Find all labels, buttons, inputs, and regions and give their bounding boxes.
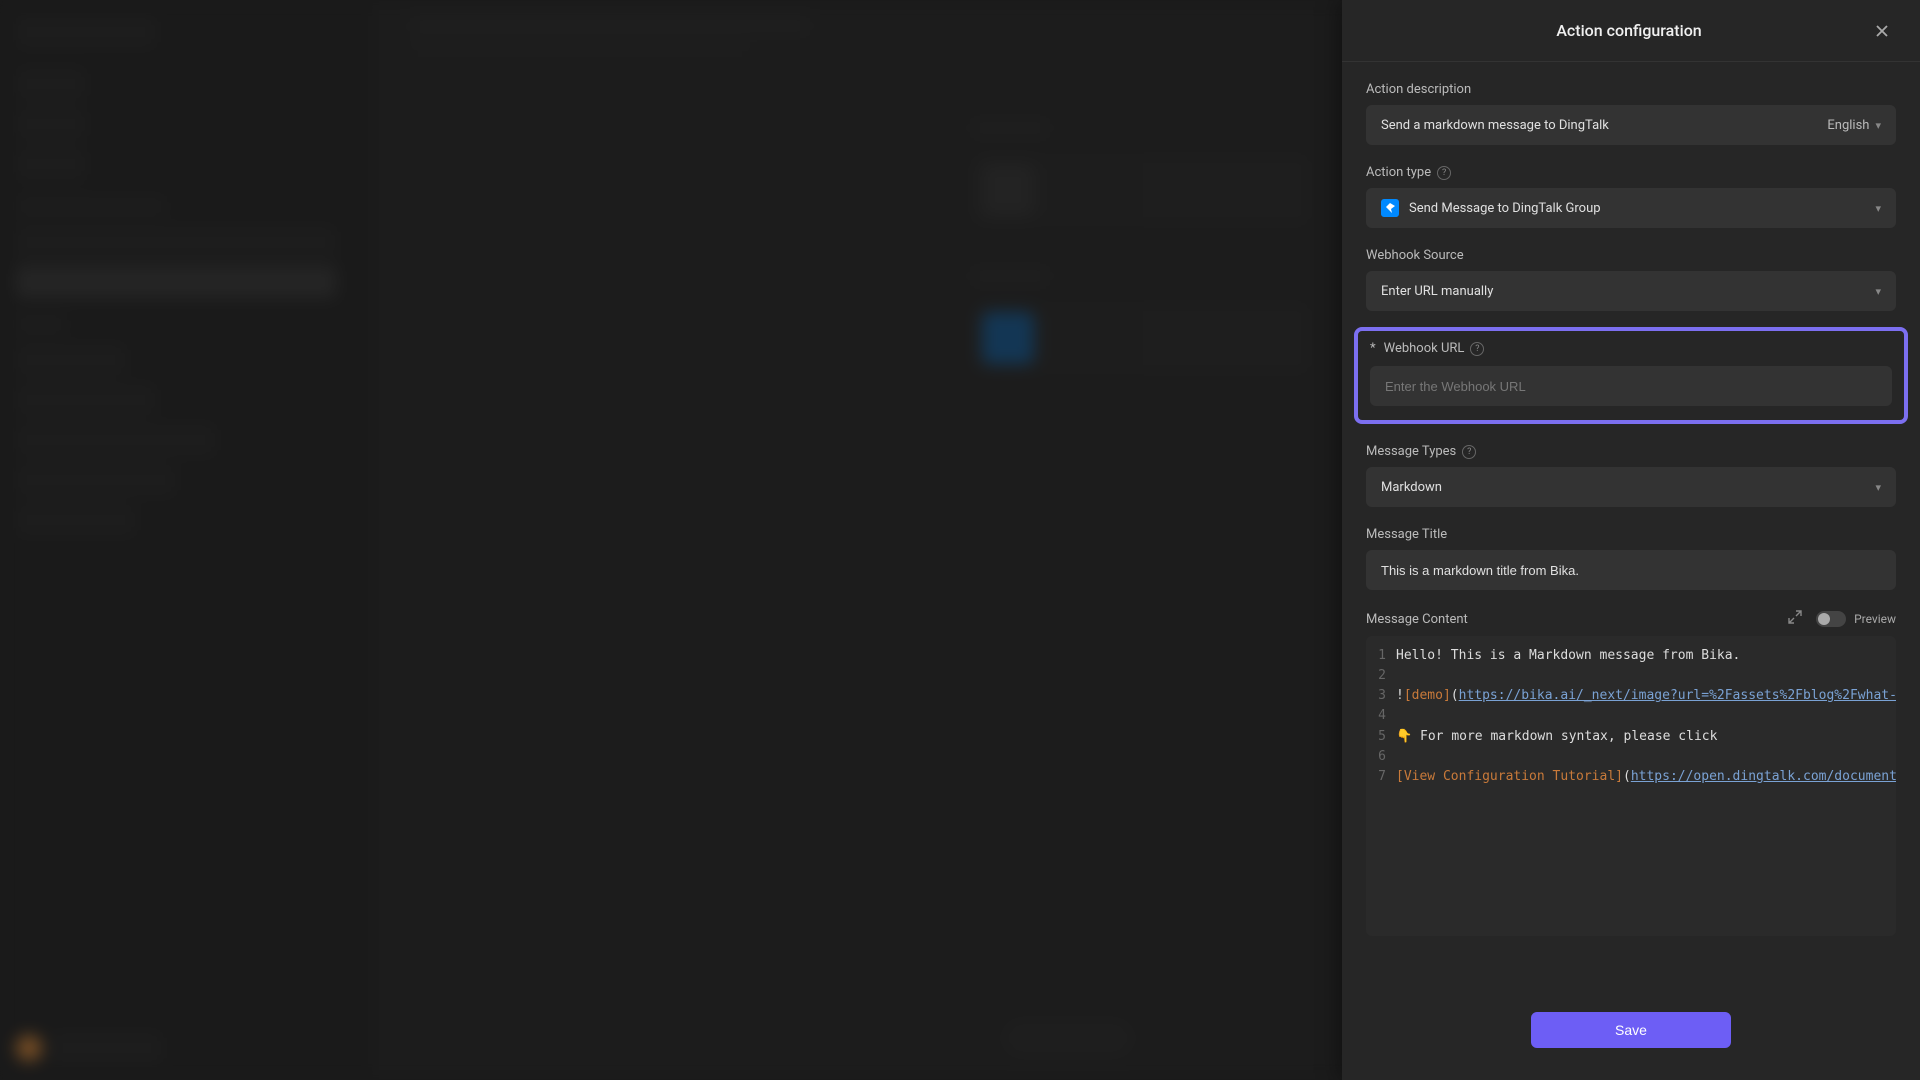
chevron-down-icon: ▾: [1875, 285, 1881, 298]
message-types-value: Markdown: [1381, 480, 1442, 495]
preview-toggle[interactable]: [1816, 611, 1846, 627]
action-description-input[interactable]: Send a markdown message to DingTalk Engl…: [1366, 105, 1896, 145]
drawer-body: Action description Send a markdown messa…: [1342, 62, 1920, 990]
code-line: 5👇 For more markdown syntax, please clic…: [1366, 727, 1896, 747]
save-button[interactable]: Save: [1531, 1012, 1731, 1048]
help-icon[interactable]: ?: [1437, 166, 1451, 180]
close-button[interactable]: [1868, 17, 1896, 45]
message-content-editor[interactable]: 1Hello! This is a Markdown message from …: [1366, 636, 1896, 936]
action-description-value: Send a markdown message to DingTalk: [1381, 118, 1609, 133]
preview-label: Preview: [1854, 612, 1896, 626]
label-message-title: Message Title: [1366, 527, 1896, 542]
code-line: 4: [1366, 706, 1896, 726]
help-icon[interactable]: ?: [1462, 445, 1476, 459]
language-value: English: [1827, 118, 1869, 133]
expand-button[interactable]: [1788, 610, 1802, 628]
code-line: 3![demo](https://bika.ai/_next/image?url…: [1366, 686, 1896, 706]
label-action-type: Action type ?: [1366, 165, 1896, 180]
code-line: 6: [1366, 747, 1896, 767]
label-webhook-source: Webhook Source: [1366, 248, 1896, 263]
help-icon[interactable]: ?: [1470, 342, 1484, 356]
field-action-type: Action type ? Send Message to DingTalk G…: [1366, 165, 1896, 228]
label-webhook-url: * Webhook URL ?: [1370, 341, 1892, 356]
label-action-description: Action description: [1366, 82, 1896, 97]
webhook-source-select[interactable]: Enter URL manually ▾: [1366, 271, 1896, 311]
message-title-input[interactable]: [1366, 550, 1896, 590]
drawer-title: Action configuration: [1556, 21, 1701, 40]
webhook-source-value: Enter URL manually: [1381, 284, 1493, 299]
webhook-url-input[interactable]: [1370, 366, 1892, 406]
field-message-content: Message Content Preview 1Hello! This is …: [1366, 610, 1896, 936]
drawer-footer: Save: [1342, 990, 1920, 1080]
action-config-drawer: Action configuration Action description …: [1342, 0, 1920, 1080]
code-line: 2: [1366, 666, 1896, 686]
chevron-down-icon: ▾: [1875, 119, 1881, 132]
code-line: 7[View Configuration Tutorial](https://o…: [1366, 767, 1896, 787]
field-webhook-source: Webhook Source Enter URL manually ▾: [1366, 248, 1896, 311]
label-message-content: Message Content: [1366, 612, 1468, 627]
code-line: 1Hello! This is a Markdown message from …: [1366, 646, 1896, 666]
field-action-description: Action description Send a markdown messa…: [1366, 82, 1896, 145]
action-type-value: Send Message to DingTalk Group: [1409, 201, 1601, 216]
close-icon: [1875, 24, 1889, 38]
drawer-header: Action configuration: [1342, 0, 1920, 62]
label-message-types: Message Types ?: [1366, 444, 1896, 459]
field-webhook-url-highlighted: * Webhook URL ?: [1354, 327, 1908, 424]
dingtalk-icon: [1381, 199, 1399, 217]
action-type-select[interactable]: Send Message to DingTalk Group ▾: [1366, 188, 1896, 228]
field-message-types: Message Types ? Markdown ▾: [1366, 444, 1896, 507]
chevron-down-icon: ▾: [1875, 481, 1881, 494]
expand-icon: [1788, 610, 1802, 624]
language-selector[interactable]: English ▾: [1827, 118, 1881, 133]
chevron-down-icon: ▾: [1875, 202, 1881, 215]
field-message-title: Message Title: [1366, 527, 1896, 590]
message-types-select[interactable]: Markdown ▾: [1366, 467, 1896, 507]
